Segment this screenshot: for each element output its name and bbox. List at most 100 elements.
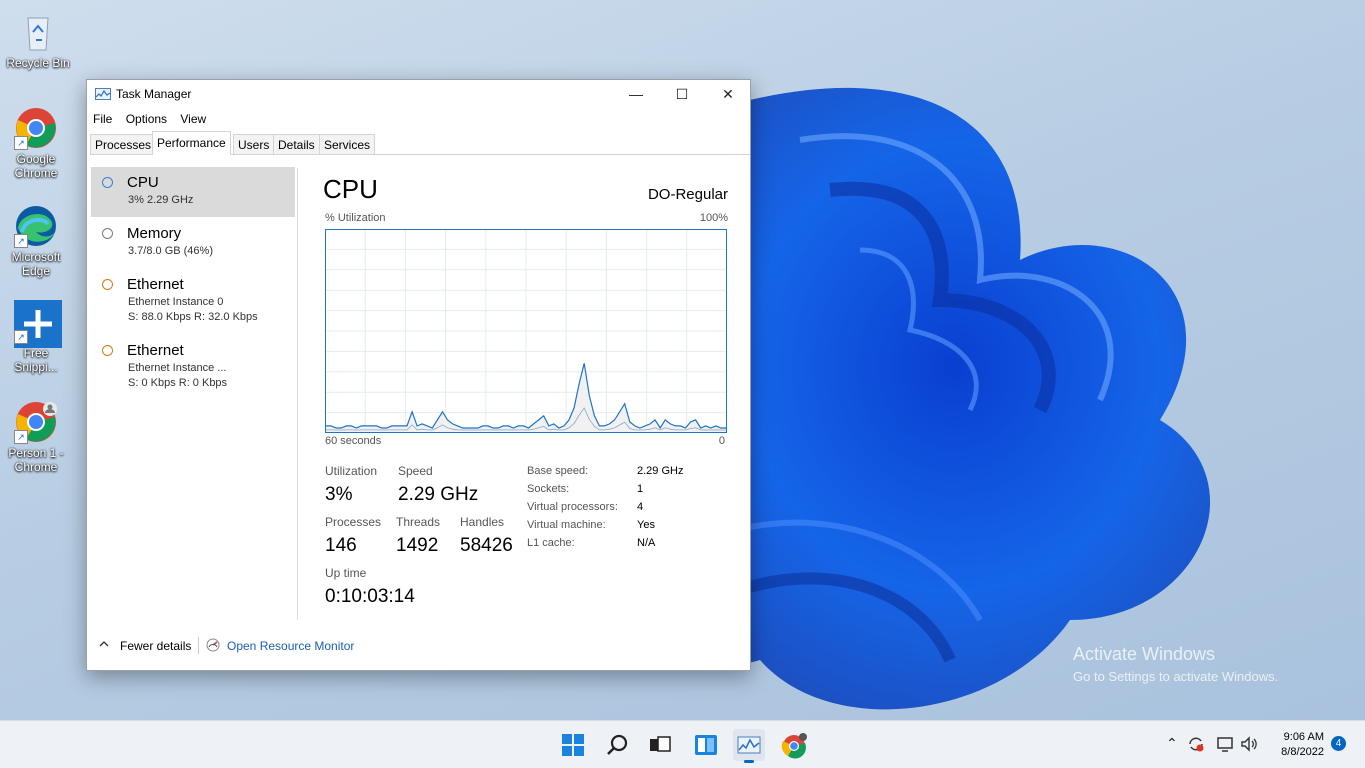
search-icon xyxy=(607,734,628,755)
menu-file[interactable]: File xyxy=(87,110,116,128)
activation-watermark: Activate Windows Go to Settings to activ… xyxy=(1073,644,1278,684)
resource-throughput: S: 88.0 Kbps R: 32.0 Kbps xyxy=(128,311,258,323)
cpu-utilization-graph xyxy=(325,229,727,433)
graph-label-right: 100% xyxy=(699,212,728,224)
tab-users[interactable]: Users xyxy=(233,134,275,154)
maximize-icon: ☐ xyxy=(675,86,689,102)
uptime-value: 0:10:03:14 xyxy=(325,586,415,607)
resource-detail: 3% 2.29 GHz xyxy=(128,194,194,206)
taskbar-task-manager[interactable] xyxy=(733,729,765,763)
detail-value: 4 xyxy=(637,501,644,513)
resource-throughput: S: 0 Kbps R: 0 Kbps xyxy=(128,377,228,389)
uptime-label: Up time xyxy=(325,566,367,580)
widgets-button[interactable] xyxy=(690,729,722,761)
detail-key: Virtual machine: xyxy=(527,519,606,531)
resource-detail: Ethernet Instance ... xyxy=(128,362,227,374)
chevron-up-icon[interactable] xyxy=(99,639,109,649)
threads-value: 1492 xyxy=(396,535,439,556)
shortcut-arrow-icon: ↗ xyxy=(14,234,28,248)
chevron-up-icon[interactable]: ⌃ xyxy=(1166,735,1178,752)
graph-time-left: 60 seconds xyxy=(325,435,382,447)
detail-value: Yes xyxy=(637,519,655,531)
title-bar[interactable]: Task Manager — ☐ ✕ xyxy=(87,80,750,108)
detail-value: 2.29 GHz xyxy=(637,465,684,477)
volume-icon[interactable] xyxy=(1239,734,1259,754)
ethernet-status-icon xyxy=(102,279,113,290)
desktop-icon-label: Microsoft Edge xyxy=(11,250,61,278)
cpu-model: DO-Regular xyxy=(647,186,728,203)
window-title: Task Manager xyxy=(116,87,192,101)
utilization-value: 3% xyxy=(325,484,353,505)
processes-label: Processes xyxy=(325,515,382,529)
resource-name: Ethernet xyxy=(127,342,184,359)
chrome-icon xyxy=(781,733,807,759)
watermark-title: Activate Windows xyxy=(1073,644,1216,664)
shortcut-arrow-icon: ↗ xyxy=(14,430,28,444)
detail-key: Base speed: xyxy=(527,465,589,477)
network-icon[interactable] xyxy=(1215,734,1235,754)
task-manager-icon xyxy=(95,88,111,100)
resource-item-cpu[interactable]: CPU 3% 2.29 GHz xyxy=(91,167,295,217)
minimize-button[interactable]: — xyxy=(613,80,659,108)
resource-name: Ethernet xyxy=(127,276,184,293)
desktop-icon-label: Google Chrome xyxy=(14,152,58,180)
watermark-subtitle: Go to Settings to activate Windows. xyxy=(1073,669,1279,684)
clock-time: 9:06 AM xyxy=(1283,731,1324,743)
resource-item-memory[interactable]: Memory 3.7/8.0 GB (46%) xyxy=(91,218,295,268)
menu-view[interactable]: View xyxy=(174,110,210,128)
chrome-profile-icon: ↗ xyxy=(14,400,58,444)
detail-value: N/A xyxy=(637,537,656,549)
desktop-icon-label: Person 1 - Chrome xyxy=(8,446,64,474)
footer: Fewer details Open Resource Monitor xyxy=(87,633,750,658)
close-icon: ✕ xyxy=(722,86,734,102)
desktop-icon-microsoft-edge[interactable]: ↗ Microsoft Edge xyxy=(4,204,68,278)
menu-options[interactable]: Options xyxy=(120,110,171,128)
tab-processes[interactable]: Processes xyxy=(90,134,157,154)
graph-label-left: % Utilization xyxy=(325,212,386,224)
fewer-details-button[interactable]: Fewer details xyxy=(120,639,191,653)
pane-divider[interactable] xyxy=(297,168,298,620)
handles-label: Handles xyxy=(460,515,505,529)
maximize-button[interactable]: ☐ xyxy=(659,80,705,108)
tab-services[interactable]: Services xyxy=(319,134,376,154)
open-resource-monitor-link[interactable]: Open Resource Monitor xyxy=(227,639,354,653)
tab-performance[interactable]: Performance xyxy=(152,131,231,155)
start-button[interactable] xyxy=(557,729,589,761)
task-view-button[interactable] xyxy=(644,729,676,761)
task-view-icon xyxy=(650,736,671,752)
speed-value: 2.29 GHz xyxy=(398,484,479,505)
ethernet-status-icon xyxy=(102,345,113,356)
processes-value: 146 xyxy=(325,535,357,556)
detail-key: L1 cache: xyxy=(527,537,575,549)
widgets-icon xyxy=(695,735,717,755)
search-button[interactable] xyxy=(602,729,634,761)
resource-list: CPU 3% 2.29 GHz Memory 3.7/8.0 GB (46%) … xyxy=(87,155,297,620)
shortcut-arrow-icon: ↗ xyxy=(14,330,28,344)
snipping-tool-icon: ↗ xyxy=(14,300,62,348)
desktop-icon-free-snipping[interactable]: ↗ Free Snippi... xyxy=(4,300,68,374)
desktop-icon-google-chrome[interactable]: ↗ Google Chrome xyxy=(4,106,68,180)
resource-item-ethernet-0[interactable]: Ethernet Ethernet Instance 0 S: 88.0 Kbp… xyxy=(91,269,295,333)
shortcut-arrow-icon: ↗ xyxy=(14,136,28,150)
resource-item-ethernet-1[interactable]: Ethernet Ethernet Instance ... S: 0 Kbps… xyxy=(91,335,295,399)
utilization-label: Utilization xyxy=(325,464,378,478)
desktop-icon-label: Free Snippi... xyxy=(14,346,58,374)
notification-badge[interactable]: 4 xyxy=(1331,736,1346,751)
close-button[interactable]: ✕ xyxy=(705,80,751,108)
desktop-icon-person-1-chrome[interactable]: ↗ Person 1 - Chrome xyxy=(4,400,68,474)
chrome-icon: ↗ xyxy=(14,106,58,150)
tab-details[interactable]: Details xyxy=(273,134,320,154)
clock[interactable]: 9:06 AM 8/8/2022 xyxy=(1268,730,1324,760)
page-title: CPU xyxy=(323,174,378,204)
graph-time-right: 0 xyxy=(718,435,725,447)
task-manager-window: Task Manager — ☐ ✕ File Options View Pro… xyxy=(86,79,751,671)
start-icon xyxy=(562,734,584,756)
sync-icon[interactable] xyxy=(1186,734,1206,754)
desktop-icon-recycle-bin[interactable]: Recycle Bin xyxy=(6,10,70,70)
resource-name: CPU xyxy=(127,174,159,191)
recycle-bin-icon xyxy=(16,10,60,54)
memory-status-icon xyxy=(102,228,113,239)
taskbar-chrome[interactable] xyxy=(778,729,810,761)
tab-strip: Processes Performance Users Details Serv… xyxy=(90,131,750,155)
resource-name: Memory xyxy=(127,225,182,242)
